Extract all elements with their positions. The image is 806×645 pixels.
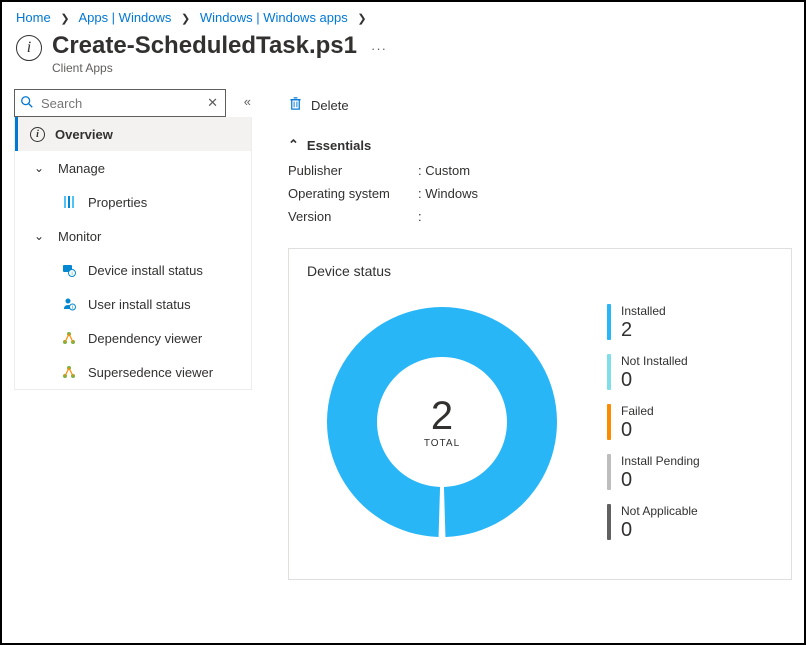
sidebar-section-label: Manage xyxy=(58,161,105,176)
legend-value: 2 xyxy=(621,320,666,340)
donut-total-label: TOTAL xyxy=(424,438,460,449)
device-status-icon: i xyxy=(60,263,78,277)
properties-icon xyxy=(60,195,78,209)
clear-icon[interactable]: ✕ xyxy=(207,95,218,111)
device-status-legend: Installed 2 Not Installed 0 xyxy=(577,304,773,540)
user-status-icon: i xyxy=(60,297,78,311)
svg-text:i: i xyxy=(71,271,72,277)
dependency-icon xyxy=(60,331,78,345)
legend-value: 0 xyxy=(621,470,700,490)
page-subtitle: Client Apps xyxy=(52,61,357,75)
legend-swatch xyxy=(607,404,611,440)
essentials-toggle[interactable]: ⌃ Essentials xyxy=(288,137,792,153)
essentials-publisher-value: Custom xyxy=(418,163,792,178)
sidebar-item-label: Properties xyxy=(88,195,147,210)
info-icon: i xyxy=(16,35,42,61)
chevron-right-icon: ❯ xyxy=(175,13,196,25)
donut-total-value: 2 xyxy=(431,396,453,436)
command-bar: Delete xyxy=(288,89,792,121)
sidebar-item-label: Dependency viewer xyxy=(88,331,202,346)
sidebar-item-overview[interactable]: i Overview xyxy=(15,117,251,151)
legend-label: Not Installed xyxy=(621,355,688,368)
legend-label: Failed xyxy=(621,405,654,418)
breadcrumb: Home ❯ Apps | Windows ❯ Windows | Window… xyxy=(2,2,804,29)
main-content: Delete ⌃ Essentials Publisher Custom Ope… xyxy=(252,89,792,580)
sidebar-item-properties[interactable]: Properties xyxy=(15,185,251,219)
chevron-down-icon: ⌄ xyxy=(30,161,48,175)
essentials-version-value xyxy=(418,209,792,224)
sidebar-item-label: Device install status xyxy=(88,263,203,278)
page-title: Create-ScheduledTask.ps1 xyxy=(52,33,357,59)
sidebar-item-label: Supersedence viewer xyxy=(88,365,213,380)
search-input[interactable] xyxy=(14,89,226,117)
legend-value: 0 xyxy=(621,370,688,390)
delete-button[interactable]: Delete xyxy=(288,96,349,114)
chevron-right-icon: ❯ xyxy=(54,13,75,25)
legend-swatch xyxy=(607,504,611,540)
essentials-os-value: Windows xyxy=(418,186,792,201)
breadcrumb-link-apps-windows[interactable]: Apps | Windows xyxy=(78,10,171,25)
sidebar-item-label: User install status xyxy=(88,297,191,312)
essentials-header-label: Essentials xyxy=(307,138,371,153)
chevron-right-icon: ❯ xyxy=(351,13,372,25)
sidebar-section-label: Monitor xyxy=(58,229,101,244)
legend-label: Install Pending xyxy=(621,455,700,468)
device-status-donut: 2 TOTAL xyxy=(307,287,577,557)
essentials-publisher-key: Publisher xyxy=(288,163,418,178)
legend-value: 0 xyxy=(621,420,654,440)
sidebar-item-label: Overview xyxy=(55,127,113,142)
sidebar-item-user-install-status[interactable]: i User install status xyxy=(15,287,251,321)
chevron-up-icon: ⌃ xyxy=(288,137,299,153)
legend-item-not-applicable: Not Applicable 0 xyxy=(607,504,773,540)
essentials-os-key: Operating system xyxy=(288,186,418,201)
sidebar-section-manage[interactable]: ⌄ Manage xyxy=(15,151,251,185)
sidebar-item-device-install-status[interactable]: i Device install status xyxy=(15,253,251,287)
supersedence-icon xyxy=(60,365,78,379)
legend-item-not-installed: Not Installed 0 xyxy=(607,354,773,390)
svg-text:i: i xyxy=(72,305,73,311)
breadcrumb-link-home[interactable]: Home xyxy=(16,10,51,25)
legend-swatch xyxy=(607,304,611,340)
collapse-sidebar-icon[interactable]: « xyxy=(244,94,248,109)
sidebar-item-supersedence-viewer[interactable]: Supersedence viewer xyxy=(15,355,251,389)
legend-label: Not Applicable xyxy=(621,505,698,518)
legend-item-installed: Installed 2 xyxy=(607,304,773,340)
legend-swatch xyxy=(607,354,611,390)
info-icon: i xyxy=(30,127,45,142)
sidebar: ✕ « i Overview ⌄ Manage Properties ⌄ Mon… xyxy=(14,89,252,390)
more-actions-button[interactable]: ··· xyxy=(371,41,387,56)
delete-label: Delete xyxy=(311,98,349,113)
legend-item-failed: Failed 0 xyxy=(607,404,773,440)
trash-icon xyxy=(288,96,303,114)
device-status-title: Device status xyxy=(307,263,773,279)
legend-swatch xyxy=(607,454,611,490)
legend-value: 0 xyxy=(621,520,698,540)
breadcrumb-link-windows-apps[interactable]: Windows | Windows apps xyxy=(200,10,348,25)
sidebar-section-monitor[interactable]: ⌄ Monitor xyxy=(15,219,251,253)
legend-item-install-pending: Install Pending 0 xyxy=(607,454,773,490)
chevron-down-icon: ⌄ xyxy=(30,229,48,243)
essentials-version-key: Version xyxy=(288,209,418,224)
legend-label: Installed xyxy=(621,305,666,318)
device-status-panel: Device status 2 TOTAL Installed 2 xyxy=(288,248,792,580)
essentials-panel: ⌃ Essentials Publisher Custom Operating … xyxy=(288,137,792,224)
sidebar-item-dependency-viewer[interactable]: Dependency viewer xyxy=(15,321,251,355)
